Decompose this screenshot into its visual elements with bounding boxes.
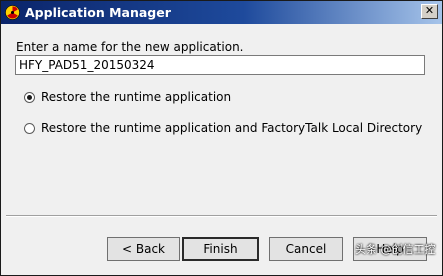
- close-icon: ✕: [424, 4, 435, 17]
- watermark: 头条 @创信工控: [355, 243, 436, 256]
- close-button[interactable]: ✕: [421, 4, 438, 19]
- back-button[interactable]: < Back: [107, 237, 180, 261]
- finish-button[interactable]: Finish: [182, 237, 259, 261]
- application-name-input[interactable]: [15, 55, 425, 75]
- dialog-body: Enter a name for the new application. Re…: [1, 24, 442, 275]
- application-manager-window: Application Manager ✕ Enter a name for t…: [0, 0, 443, 276]
- title-bar[interactable]: Application Manager ✕: [1, 1, 442, 24]
- option-label: Restore the runtime application: [41, 90, 232, 104]
- option-label: Restore the runtime application and Fact…: [41, 121, 423, 135]
- radiation-icon: [5, 5, 20, 20]
- radio-button-checked[interactable]: [24, 91, 35, 103]
- radio-button[interactable]: [24, 122, 35, 134]
- name-prompt-label: Enter a name for the new application.: [16, 40, 244, 54]
- separator: [6, 215, 437, 217]
- cancel-button[interactable]: Cancel: [269, 237, 343, 261]
- option-restore-runtime-and-directory[interactable]: Restore the runtime application and Fact…: [24, 121, 422, 135]
- option-restore-runtime[interactable]: Restore the runtime application: [24, 90, 231, 104]
- window-title: Application Manager: [25, 5, 171, 20]
